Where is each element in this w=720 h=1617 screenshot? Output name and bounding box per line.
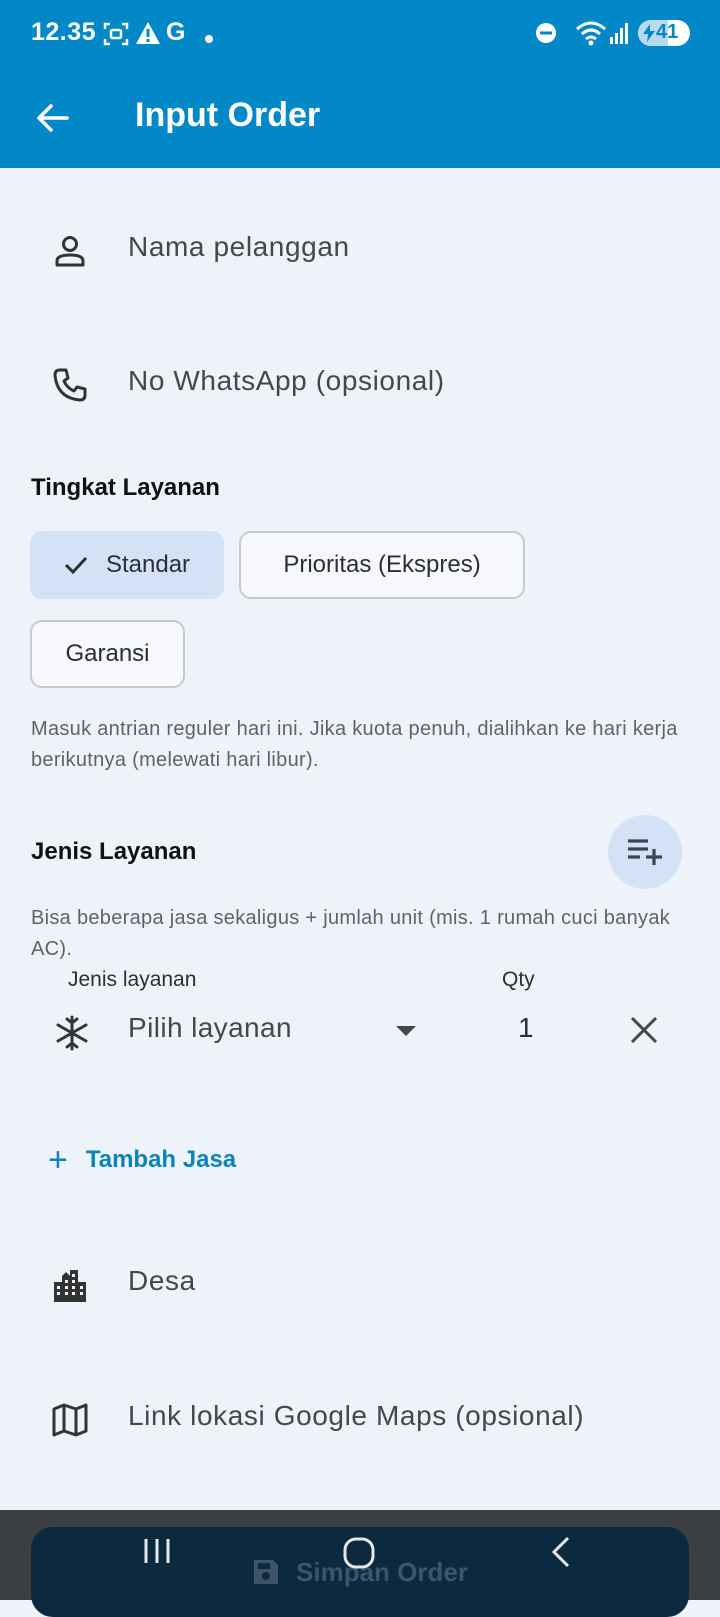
back-button[interactable]: [24, 90, 80, 146]
map-icon: [52, 1402, 88, 1438]
qty-column-label: Qty: [502, 968, 535, 991]
home-icon[interactable]: [342, 1536, 376, 1575]
village-field[interactable]: Desa: [32, 1237, 688, 1333]
app-bar: Input Order: [0, 68, 720, 168]
recents-icon[interactable]: [142, 1536, 172, 1571]
chip-prioritas[interactable]: Prioritas (Ekspres): [239, 531, 525, 599]
close-icon: [630, 1016, 658, 1044]
chip-garansi-label: Garansi: [65, 640, 150, 667]
chip-standar[interactable]: Standar: [30, 531, 224, 599]
signal-icon: [610, 22, 630, 49]
check-icon: [64, 556, 88, 574]
qty-input[interactable]: 1: [518, 1012, 534, 1044]
playlist-add-icon: [628, 839, 662, 865]
dot-icon: [205, 30, 213, 48]
customer-name-placeholder: Nama pelanggan: [128, 231, 350, 262]
add-service-label: Tambah Jasa: [85, 1146, 237, 1173]
save-icon: [252, 1558, 280, 1586]
whatsapp-placeholder: No WhatsApp (opsional): [128, 365, 445, 396]
google-g-icon: G: [166, 18, 186, 46]
service-level-helper: Masuk antrian reguler hari ini. Jika kuo…: [31, 718, 678, 771]
person-icon: [52, 233, 88, 269]
dropdown-arrow-icon[interactable]: [396, 1026, 416, 1036]
maps-link-field[interactable]: Link lokasi Google Maps (opsional): [32, 1372, 688, 1468]
chip-standar-label: Standar: [105, 551, 191, 578]
dnd-icon: [535, 22, 557, 49]
battery-level: 41: [656, 21, 679, 43]
screenshot-icon: [103, 21, 129, 52]
arrow-left-icon: [37, 104, 69, 132]
battery-icon: 41: [638, 20, 690, 46]
status-time: 12.35: [31, 18, 97, 46]
chip-garansi[interactable]: Garansi: [30, 620, 185, 688]
add-service-list-button[interactable]: [608, 815, 682, 889]
maps-link-placeholder: Link lokasi Google Maps (opsional): [128, 1400, 585, 1431]
phone-icon: [52, 367, 88, 403]
add-service-button[interactable]: + Tambah Jasa: [48, 1140, 236, 1180]
service-row: Jenis layanan Qty Pilih layanan 1: [32, 960, 688, 1090]
service-level-title: Tingkat Layanan: [31, 474, 220, 501]
whatsapp-field[interactable]: No WhatsApp (opsional): [32, 337, 688, 433]
warning-icon: [135, 21, 161, 50]
save-order-label: Simpan Order: [296, 1556, 468, 1587]
customer-name-field[interactable]: Nama pelanggan: [32, 203, 688, 299]
snowflake-icon: [54, 1015, 90, 1051]
nav-back-icon[interactable]: [550, 1536, 572, 1573]
service-type-helper: Bisa beberapa jasa sekaligus + jumlah un…: [31, 907, 671, 960]
service-column-label: Jenis layanan: [68, 968, 197, 991]
service-select[interactable]: Pilih layanan: [128, 1012, 292, 1044]
village-placeholder: Desa: [128, 1265, 196, 1296]
service-type-title: Jenis Layanan: [31, 838, 197, 865]
remove-service-button[interactable]: [622, 1008, 666, 1052]
city-icon: [52, 1267, 88, 1303]
page-title: Input Order: [135, 96, 321, 134]
chip-prioritas-label: Prioritas (Ekspres): [283, 551, 481, 578]
wifi-icon: [575, 20, 607, 51]
status-bar: 12.35 G 41: [0, 0, 720, 68]
plus-icon: +: [48, 1141, 68, 1179]
